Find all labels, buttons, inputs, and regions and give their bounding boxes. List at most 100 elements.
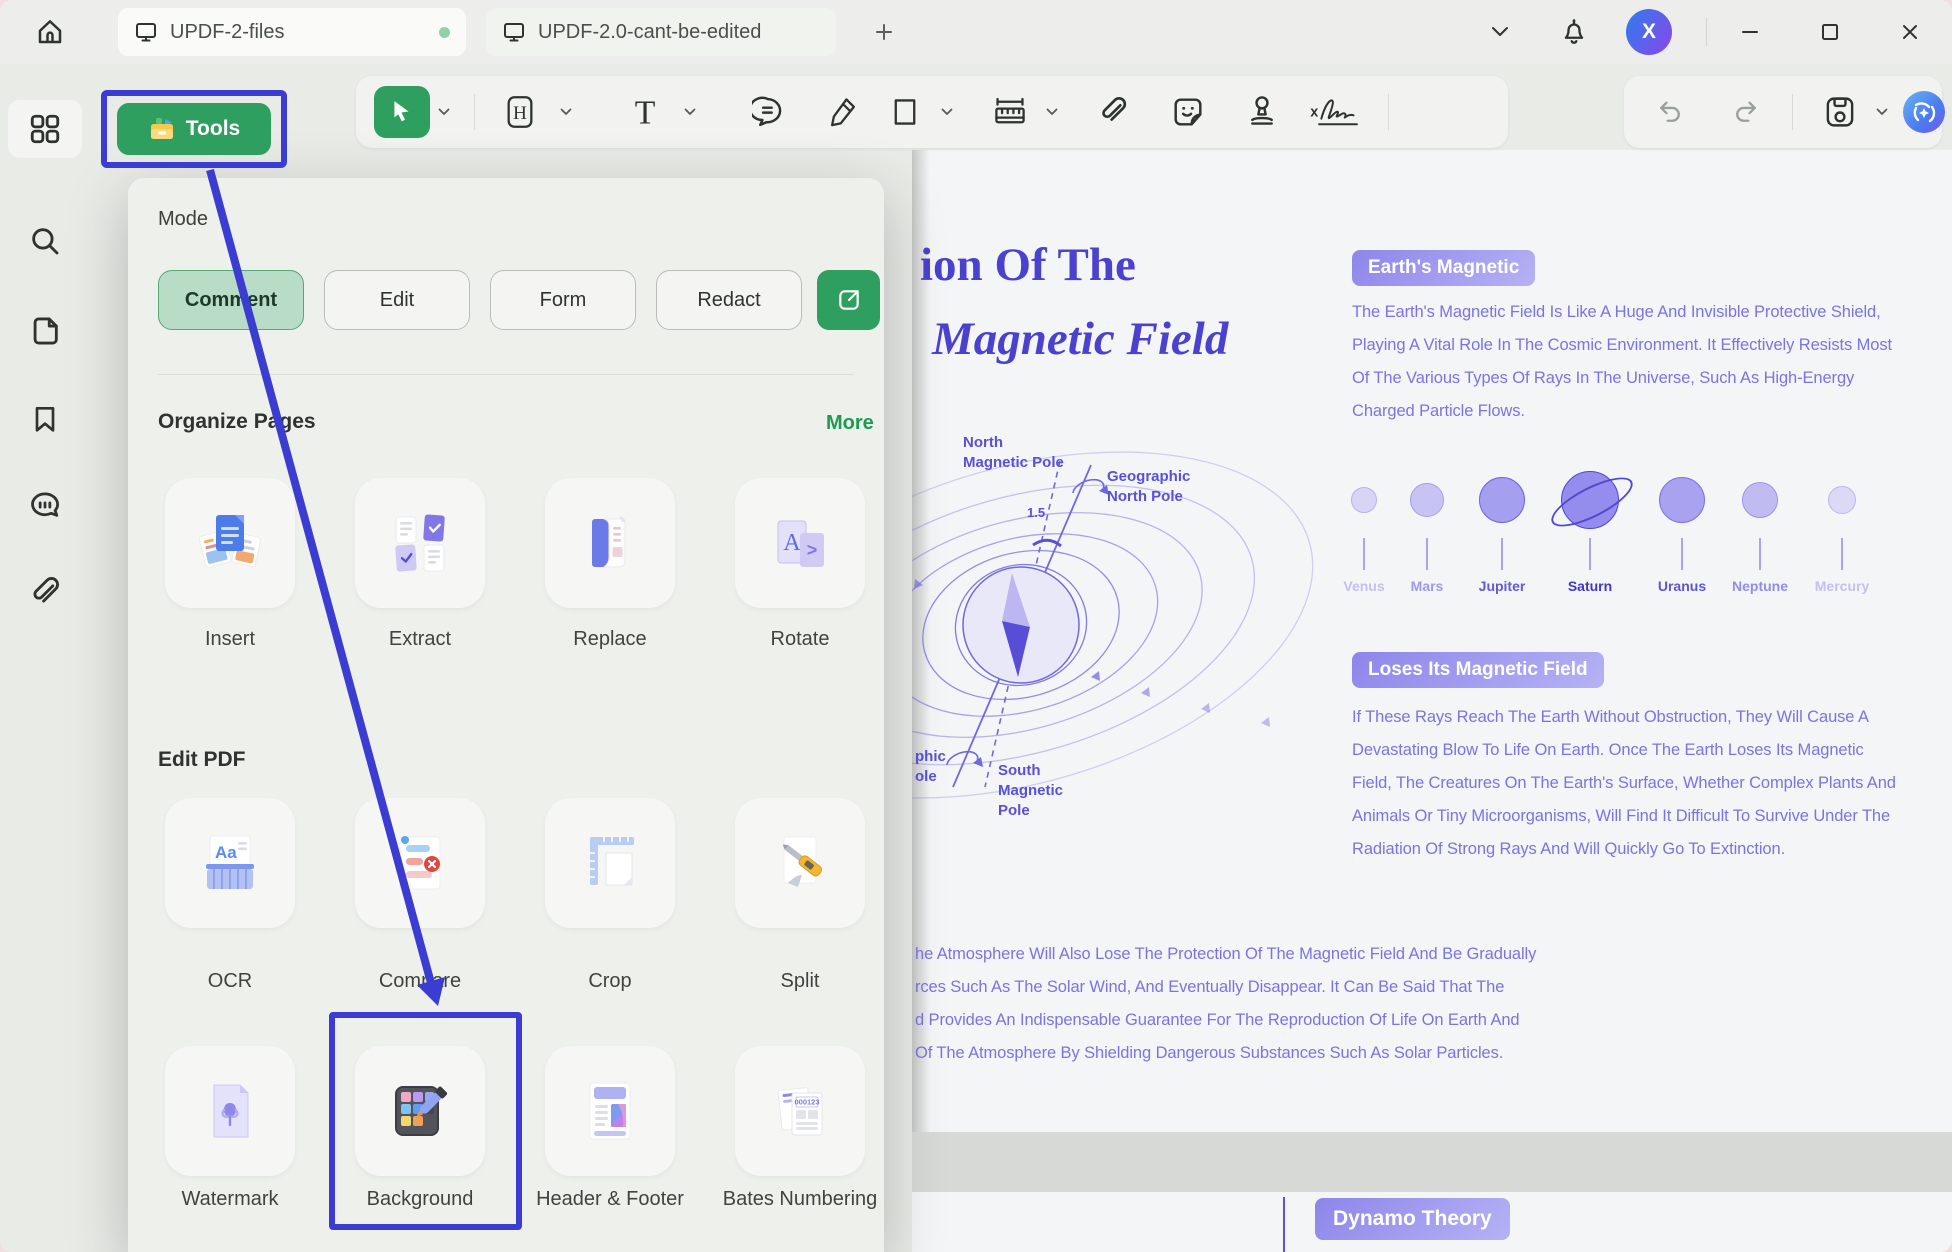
text-tool-icon[interactable]: T (628, 94, 662, 130)
minimize-button[interactable] (1728, 12, 1772, 52)
avatar[interactable]: X (1626, 9, 1672, 55)
panel-item-extract[interactable] (355, 478, 485, 608)
header-footer-icon (578, 1079, 642, 1143)
measure-tool-chevron[interactable] (1046, 108, 1058, 116)
undo-button[interactable] (1656, 99, 1684, 125)
crop-icon (578, 831, 642, 895)
mode-button-redact[interactable]: Redact (656, 270, 802, 330)
panel-item-split[interactable] (735, 798, 865, 928)
doc-title-line1: ion Of The (920, 238, 1136, 292)
stamp-tool-icon[interactable] (1247, 95, 1277, 129)
cursor-icon (390, 99, 414, 125)
attach-tool-icon[interactable] (1097, 96, 1129, 128)
panel-item-background[interactable] (355, 1046, 485, 1176)
panel-item-ocr[interactable]: Aa (165, 798, 295, 928)
label-geo-south-cut-1: phic (915, 748, 946, 765)
redo-button[interactable] (1732, 99, 1760, 125)
panel-item-header-footer[interactable] (545, 1046, 675, 1176)
shape-tool-icon[interactable] (892, 97, 918, 127)
background-icon (386, 1079, 454, 1143)
save-button[interactable] (1824, 95, 1856, 129)
highlight-tool-icon[interactable]: H (505, 95, 535, 129)
shape-tool-chevron[interactable] (941, 108, 953, 116)
text-tool-chevron[interactable] (684, 108, 696, 116)
sidebar-item-tools-grid[interactable] (0, 112, 90, 146)
svg-text:000123: 000123 (794, 1098, 819, 1107)
svg-text:x: x (1310, 104, 1318, 120)
panel-item-crop[interactable] (545, 798, 675, 928)
split-icon (768, 831, 832, 895)
panel-item-label: Split (715, 968, 885, 994)
badge-loses-magnetic-field: Loses Its Magnetic Field (1352, 652, 1604, 688)
badge-dynamo-theory: Dynamo Theory (1315, 1198, 1510, 1240)
signature-tool-icon[interactable]: x (1308, 94, 1368, 130)
organize-more-link[interactable]: More (826, 412, 874, 435)
maximize-button[interactable] (1808, 12, 1852, 52)
edit-pdf-title: Edit PDF (158, 748, 246, 772)
compare-icon (388, 831, 452, 895)
mode-button-form[interactable]: Form (490, 270, 636, 330)
sidebar-item-bookmarks[interactable] (0, 402, 90, 436)
home-button[interactable] (28, 12, 72, 52)
tab-label: UPDF-2.0-cant-be-edited (538, 21, 761, 44)
doc-paragraph-line: Playing A Vital Role In The Cosmic Envir… (1352, 336, 1892, 355)
page2-accent-line (1283, 1197, 1285, 1252)
organize-pages-title: Organize Pages (158, 410, 316, 434)
comment-tool-icon[interactable] (752, 96, 784, 128)
doc-paragraph-line: Of The Atmosphere By Shielding Dangerous… (915, 1044, 1503, 1063)
open-in-new-window-button[interactable] (817, 270, 880, 330)
doc-paragraph-line: Charged Particle Flows. (1352, 402, 1525, 421)
mode-button-comment[interactable]: Comment (158, 270, 304, 330)
panel-item-compare[interactable] (355, 798, 485, 928)
panel-item-bates-numbering[interactable]: 000123 (735, 1046, 865, 1176)
label-south-1: South (998, 762, 1041, 779)
new-tab-button[interactable] (862, 12, 906, 52)
tools-button[interactable]: Tools (117, 103, 271, 155)
mode-label: Redact (697, 289, 760, 312)
svg-text:H: H (513, 103, 527, 124)
tools-folder-icon (148, 116, 176, 142)
watermark-icon (198, 1079, 262, 1143)
label-north-2: Magnetic Pole (963, 454, 1064, 471)
mode-button-edit[interactable]: Edit (324, 270, 470, 330)
svg-text:A: A (783, 530, 801, 556)
panel-item-label: Crop (525, 968, 695, 994)
sticker-tool-icon[interactable] (1172, 96, 1204, 128)
panel-item-label: Header & Footer (525, 1186, 695, 1212)
page-gap (912, 1132, 1952, 1192)
tab-updf-2-cant-be-edited[interactable]: UPDF-2.0-cant-be-edited (486, 8, 836, 56)
select-tool-button[interactable] (374, 86, 430, 138)
select-tool-chevron[interactable] (438, 108, 450, 116)
mode-label: Form (540, 289, 587, 312)
measure-tool-icon[interactable] (993, 96, 1027, 128)
close-window-button[interactable] (1888, 12, 1932, 52)
panel-item-label: Insert (145, 626, 315, 652)
ai-assistant-button[interactable] (1902, 90, 1946, 134)
panel-item-insert[interactable] (165, 478, 295, 608)
window-titlebar: UPDF-2-files UPDF-2.0-cant-be-edited X (0, 0, 1952, 64)
panel-item-watermark[interactable] (165, 1046, 295, 1176)
doc-paragraph-line: he Atmosphere Will Also Lose The Protect… (915, 945, 1536, 964)
save-options-chevron[interactable] (1876, 108, 1888, 116)
toolbar-divider (1388, 94, 1389, 130)
pdf-page-2: Dynamo Theory (912, 1192, 1952, 1252)
mode-label: Edit (380, 289, 414, 312)
tabs-dropdown-chevron[interactable] (1478, 12, 1522, 52)
panel-item-replace[interactable] (545, 478, 675, 608)
sidebar-item-search[interactable] (0, 224, 90, 258)
sidebar-item-page-thumbnails[interactable] (0, 314, 90, 348)
panel-item-label: Rotate (715, 626, 885, 652)
notifications-bell-icon[interactable] (1552, 12, 1596, 52)
pen-tool-icon[interactable] (828, 96, 858, 128)
sidebar-item-attachments[interactable] (0, 576, 90, 610)
highlight-tool-chevron[interactable] (560, 108, 572, 116)
tab-updf-2-files[interactable]: UPDF-2-files (118, 8, 466, 56)
main-toolbar: H T x (356, 76, 1508, 148)
sidebar-item-comments[interactable] (0, 488, 90, 522)
panel-item-label: OCR (145, 968, 315, 994)
ocr-icon: Aa (198, 831, 262, 895)
panel-item-rotate[interactable]: A > (735, 478, 865, 608)
mode-label: Comment (185, 289, 277, 312)
panel-item-label: Extract (335, 626, 505, 652)
panel-item-label: Watermark (145, 1186, 315, 1212)
